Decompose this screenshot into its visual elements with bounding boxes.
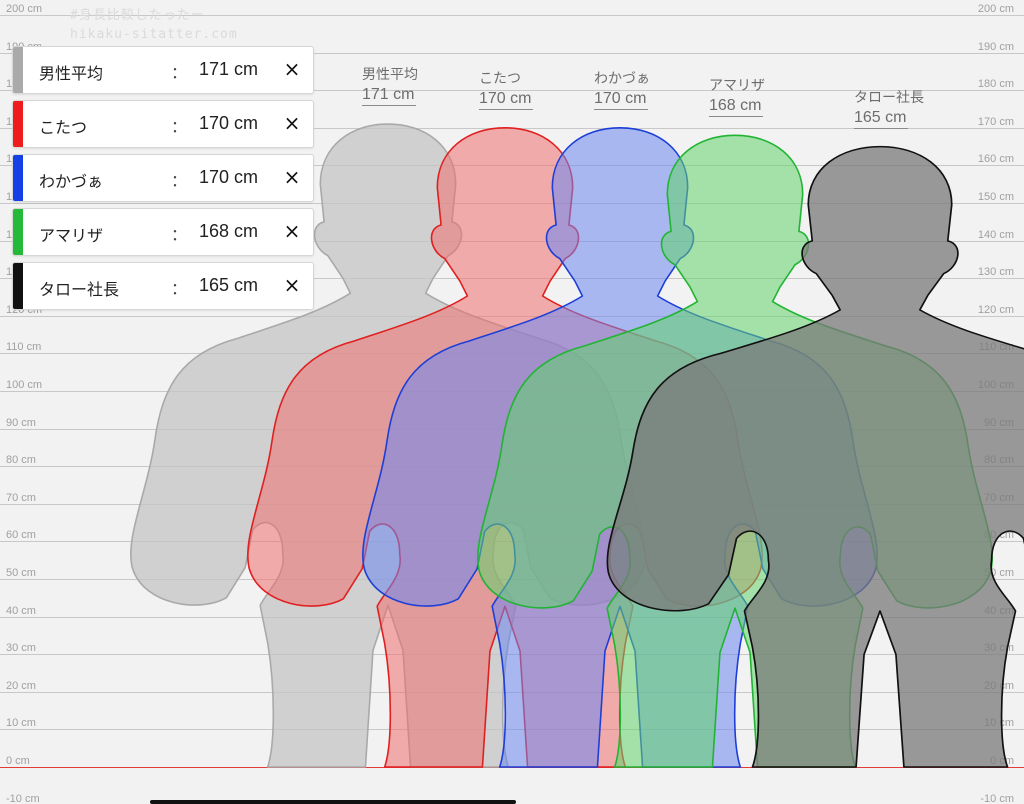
figure-name-label: 男性平均: [362, 67, 418, 84]
separator-colon: ：: [171, 117, 188, 136]
person-name: アマリザ: [39, 226, 104, 245]
person-list: 男性平均 ： 171 cm × こたつ ： 170 cm × わかづぁ ： 170 cm × アマリザ ：…: [12, 46, 314, 316]
separator-colon: ：: [171, 279, 188, 298]
figure-name-label: タロー社長: [854, 89, 924, 106]
color-swatch[interactable]: [13, 101, 23, 147]
separator-colon: ：: [171, 171, 188, 190]
figure-height-label: 165 cm: [854, 109, 909, 129]
close-icon[interactable]: ×: [281, 58, 303, 80]
figure-height-label: 170 cm: [594, 90, 649, 110]
person-name: 男性平均: [39, 64, 104, 83]
figure-name-label: わかづぁ: [594, 70, 650, 87]
close-icon[interactable]: ×: [281, 220, 303, 242]
color-swatch[interactable]: [13, 263, 23, 309]
close-icon[interactable]: ×: [281, 274, 303, 296]
person-height: 168 cm: [199, 221, 259, 241]
separator-colon: ：: [171, 225, 188, 244]
separator-colon: ：: [171, 63, 188, 82]
person-height: 170 cm: [199, 113, 259, 133]
figure-name-label: アマリザ: [709, 78, 765, 95]
person-row[interactable]: わかづぁ ： 170 cm ×: [12, 154, 314, 202]
figure-name-label: こたつ: [479, 70, 521, 87]
person-row[interactable]: こたつ ： 170 cm ×: [12, 100, 314, 148]
person-row[interactable]: タロー社長 ： 165 cm ×: [12, 262, 314, 310]
comparison-canvas: 200 cm200 cm190 cm190 cm180 cm180 cm170 …: [0, 0, 1024, 804]
person-row[interactable]: 男性平均 ： 171 cm ×: [12, 46, 314, 94]
close-icon[interactable]: ×: [281, 166, 303, 188]
color-swatch[interactable]: [13, 209, 23, 255]
person-height: 170 cm: [199, 167, 259, 187]
color-swatch[interactable]: [13, 47, 23, 93]
figure-height-label: 171 cm: [362, 86, 417, 107]
person-row[interactable]: アマリザ ： 168 cm ×: [12, 208, 314, 256]
figure-height-label: 170 cm: [479, 90, 534, 110]
figure-height-label: 168 cm: [709, 97, 764, 118]
scrollbar[interactable]: [150, 800, 516, 804]
person-name: わかづぁ: [39, 172, 104, 191]
person-name: タロー社長: [39, 280, 120, 299]
person-height: 171 cm: [199, 59, 259, 79]
person-name: こたつ: [39, 118, 88, 137]
person-height: 165 cm: [199, 275, 259, 295]
close-icon[interactable]: ×: [281, 112, 303, 134]
color-swatch[interactable]: [13, 155, 23, 201]
